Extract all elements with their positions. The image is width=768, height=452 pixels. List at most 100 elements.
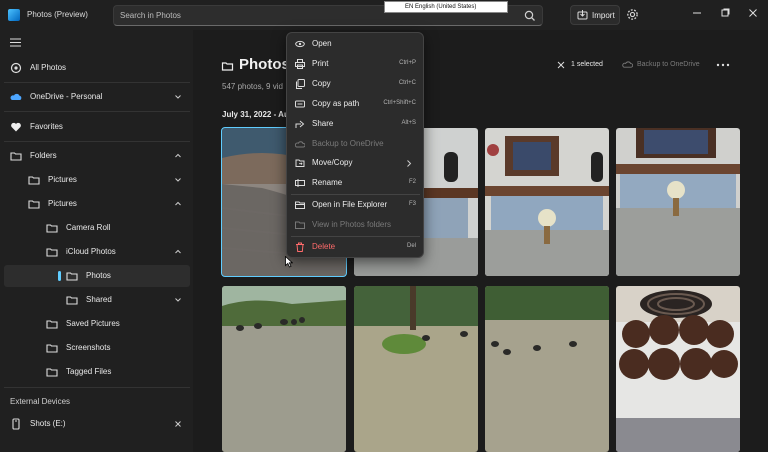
photo-gallery: Photos 547 photos, 9 vid July 31, 2022 -… [193,30,768,452]
menu-item-rename[interactable]: Rename F2 [291,174,420,192]
photo-thumbnail[interactable] [485,128,609,276]
sidebar-item-label: Photos [86,271,111,280]
sidebar-item-pictures-2[interactable]: Pictures [4,193,190,215]
sidebar-item-folders[interactable]: Folders [4,145,190,167]
maximize-icon[interactable] [718,6,732,20]
menu-item-label: Open in File Explorer [312,200,388,209]
menu-item-shortcut: Ctrl+P [399,60,416,66]
import-button[interactable]: Import [570,5,620,25]
yard-tree-photo [354,286,478,452]
folder-icon [46,344,58,353]
chevron-down-icon[interactable] [174,296,182,304]
sidebar-item-label: Pictures [48,175,77,184]
menu-item-shortcut: F2 [408,179,416,185]
menu-item-delete[interactable]: Delete Del [291,238,420,256]
sidebar-item-label: Camera Roll [66,223,111,232]
folder-icon [46,320,58,329]
page-subtitle: 547 photos, 9 vid [222,82,283,91]
eject-close-icon[interactable] [174,420,182,428]
menu-item-view-in-photos-folders[interactable]: View in Photos folders [291,216,420,234]
close-icon[interactable] [746,6,760,20]
menu-item-label: Open [312,39,332,48]
sidebar-item-shots-drive[interactable]: Shots (E:) [4,413,190,435]
photos-folder-icon [295,221,305,229]
menu-item-open-in-file-explorer[interactable]: Open in File Explorer F3 [291,196,420,214]
sidebar-item-favorites[interactable]: Favorites [4,116,190,138]
folder-icon [10,152,22,161]
chevron-right-icon [407,160,412,167]
sidebar-item-shared[interactable]: Shared [4,289,190,311]
chevron-down-icon[interactable] [174,176,182,184]
photo-thumbnail[interactable] [485,286,609,452]
menu-item-copy-as-path[interactable]: Copy as path Ctrl+Shift+C [291,95,420,113]
sidebar-divider [4,387,190,388]
photo-thumbnail[interactable] [222,286,346,452]
menu-item-shortcut: Alt+S [401,120,416,126]
menu-item-backup-to-onedrive[interactable]: Backup to OneDrive [291,135,420,153]
trash-icon [296,242,304,252]
chevron-up-icon[interactable] [174,248,182,256]
sidebar-item-saved-pictures[interactable]: Saved Pictures [4,313,190,335]
hamburger-menu-icon[interactable] [10,38,21,47]
menu-item-label: Print [312,59,329,68]
menu-item-copy[interactable]: Copy Ctrl+C [291,75,420,93]
sidebar-item-photos[interactable]: Photos [4,265,190,287]
search-placeholder: Search in Photos [120,11,181,20]
folder-icon [46,248,58,257]
sidebar-item-pictures[interactable]: Pictures [4,169,190,191]
print-icon [295,59,305,69]
menu-item-shortcut: Del [406,243,416,249]
chevron-down-icon[interactable] [174,93,182,101]
table-flag-photo [616,128,740,276]
sidebar-item-screenshots[interactable]: Screenshots [4,337,190,359]
folder-icon [66,272,78,281]
sidebar-item-label: iCloud Photos [66,247,116,256]
sidebar-item-icloud-photos[interactable]: iCloud Photos [4,241,190,263]
sidebar-item-onedrive[interactable]: OneDrive - Personal [4,86,190,108]
menu-item-share[interactable]: Share Alt+S [291,115,420,133]
external-devices-heading: External Devices [10,397,71,406]
sidebar-divider [4,111,190,112]
more-options-icon[interactable] [716,63,730,67]
sidebar-item-all-photos[interactable]: All Photos [4,57,190,79]
menu-separator [291,194,420,195]
open-icon [295,40,305,48]
sidebar-item-label: Pictures [48,199,77,208]
sidebar-item-label: Saved Pictures [66,319,120,328]
menu-item-open[interactable]: Open [291,35,420,53]
sidebar-item-label: Shared [86,295,112,304]
photo-thumbnail[interactable] [354,286,478,452]
mouse-cursor-icon [285,256,293,268]
heart-icon [11,122,21,132]
close-icon [557,61,565,69]
photos-app-icon [8,9,20,21]
share-icon [295,120,305,128]
menu-item-move-copy[interactable]: Move/Copy [291,154,420,172]
yard-turkeys-photo [222,286,346,452]
selection-indicator [58,271,61,281]
sidebar-item-camera-roll[interactable]: Camera Roll [4,217,190,239]
sidebar-item-label: Shots (E:) [30,419,66,428]
folder-icon [46,224,58,233]
rename-icon [295,179,305,187]
search-icon[interactable] [523,9,537,23]
chevron-up-icon[interactable] [174,200,182,208]
cloud-sync-icon [295,141,305,148]
cloud-sync-icon [622,61,633,68]
cloud-icon [10,93,22,100]
photo-thumbnail[interactable] [616,128,740,276]
folder-icon [46,368,58,377]
chevron-up-icon[interactable] [174,152,182,160]
menu-item-shortcut: Ctrl+C [398,80,416,86]
menu-item-label: Rename [312,178,343,187]
gear-icon[interactable] [626,8,639,21]
photo-thumbnail[interactable] [616,286,740,452]
menu-item-print[interactable]: Print Ctrl+P [291,55,420,73]
sidebar: All Photos OneDrive - Personal Favorites… [0,30,193,452]
menu-item-label: Share [312,119,334,128]
page-title: Photos [239,56,290,73]
minimize-icon[interactable] [690,6,704,20]
folder-icon [28,200,40,209]
sidebar-divider [4,82,190,83]
sidebar-item-tagged-files[interactable]: Tagged Files [4,361,190,383]
